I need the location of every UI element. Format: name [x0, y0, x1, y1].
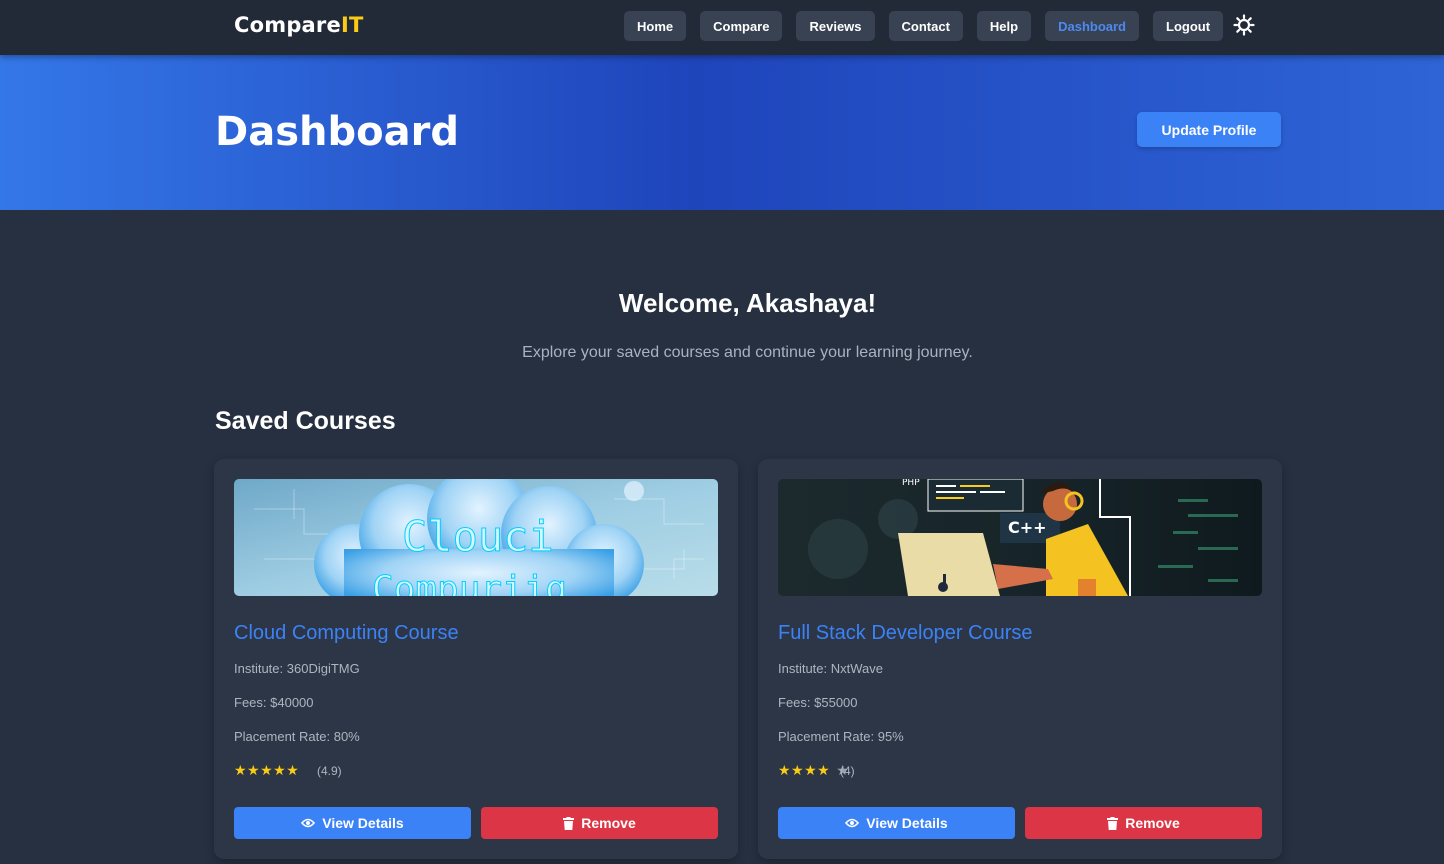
course-institute: Institute: 360DigiTMG — [234, 661, 360, 676]
eye-icon — [845, 818, 860, 828]
cloud-image-text-1: Clouci — [402, 512, 554, 561]
course-title[interactable]: Full Stack Developer Course — [778, 622, 1033, 645]
view-details-label: View Details — [322, 815, 404, 831]
php-image-text: PHP — [902, 479, 920, 488]
cpp-image-text: C++ — [1008, 518, 1047, 537]
star-filled-icons: ★★★★★ — [234, 762, 300, 778]
nav-home-button[interactable]: Home — [624, 11, 687, 41]
nav-dashboard-button[interactable]: Dashboard — [1045, 11, 1139, 41]
page-title: Dashboard — [215, 109, 459, 155]
nav-reviews-button[interactable]: Reviews — [796, 11, 875, 41]
rating-stars: ★★★★★ — [778, 762, 849, 779]
remove-label: Remove — [581, 815, 636, 831]
logo[interactable]: CompareIT — [234, 13, 363, 37]
nav-contact-button[interactable]: Contact — [888, 11, 963, 41]
star-filled-icons: ★★★★ — [778, 762, 831, 778]
hero-banner: Dashboard Update Profile — [0, 55, 1444, 210]
nav-logout-button[interactable]: Logout — [1153, 11, 1224, 41]
cloud-image-text-2: Compuriig — [372, 569, 567, 596]
rating-value: (4) — [840, 764, 855, 778]
welcome-subtitle: Explore your saved courses and continue … — [522, 344, 973, 361]
course-card-cloud-computing: Clouci Compuriig Cloud Computing Course … — [214, 459, 738, 859]
view-details-button[interactable]: View Details — [234, 807, 471, 839]
nav-compare-button[interactable]: Compare — [700, 11, 783, 41]
nav-help-button[interactable]: Help — [976, 11, 1032, 41]
logo-main: Compare — [234, 13, 341, 37]
course-fees: Fees: $40000 — [234, 695, 314, 710]
course-placement-rate: Placement Rate: 95% — [778, 729, 904, 744]
update-profile-button[interactable]: Update Profile — [1137, 112, 1281, 147]
course-institute: Institute: NxtWave — [778, 661, 883, 676]
course-placement-rate: Placement Rate: 80% — [234, 729, 360, 744]
remove-button[interactable]: Remove — [481, 807, 718, 839]
trash-icon — [1107, 816, 1119, 830]
course-title[interactable]: Cloud Computing Course — [234, 622, 459, 645]
nav-links: Home Compare Reviews Contact Help Dashbo… — [624, 11, 1237, 41]
saved-courses-heading: Saved Courses — [215, 407, 396, 435]
view-details-button[interactable]: View Details — [778, 807, 1015, 839]
logo-accent: IT — [340, 13, 364, 37]
eye-icon — [301, 818, 316, 828]
course-image-cloud-computing: Clouci Compuriig — [234, 479, 718, 596]
sun-icon[interactable] — [1233, 14, 1255, 36]
remove-label: Remove — [1125, 815, 1180, 831]
course-card-full-stack: PHP C++ Full Stack Developer Course Inst… — [758, 459, 1282, 859]
welcome-heading: Welcome, Akashaya! — [618, 288, 877, 318]
trash-icon — [563, 816, 575, 830]
view-details-label: View Details — [866, 815, 948, 831]
remove-button[interactable]: Remove — [1025, 807, 1262, 839]
rating-stars: ★★★★★ — [234, 762, 305, 779]
rating-value: (4.9) — [317, 764, 342, 778]
course-fees: Fees: $55000 — [778, 695, 858, 710]
navbar: CompareIT Home Compare Reviews Contact H… — [0, 0, 1444, 55]
course-image-full-stack: PHP C++ — [778, 479, 1262, 596]
